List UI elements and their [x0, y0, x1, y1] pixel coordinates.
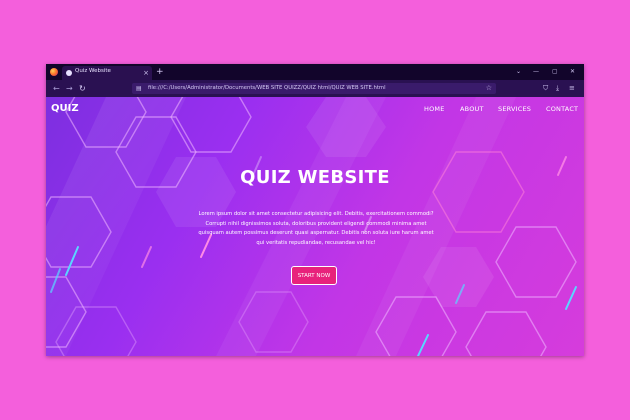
forward-arrow-icon[interactable]: →	[66, 82, 73, 95]
download-icon[interactable]: ⤓	[556, 83, 559, 94]
browser-logo-icon	[50, 68, 58, 76]
globe-icon	[66, 70, 72, 76]
tab-list-icon[interactable]: ⌄	[516, 66, 521, 78]
site-logo[interactable]: QUIZ	[51, 103, 79, 114]
shield-icon[interactable]: ⛉	[543, 83, 548, 94]
web-page: QUIZ HOME ABOUT SERVICES CONTACT QUIZ WE…	[46, 97, 584, 356]
minimize-button[interactable]: —	[533, 66, 539, 78]
bookmark-star-icon[interactable]: ☆	[486, 83, 492, 94]
hero-title: QUIZ WEBSITE	[240, 167, 390, 188]
nav-services[interactable]: SERVICES	[498, 105, 531, 113]
nav-contact[interactable]: CONTACT	[546, 105, 578, 113]
start-now-button[interactable]: START NOW	[291, 266, 337, 285]
url-text[interactable]: file:///C:/Users/Administrator/Documents…	[148, 84, 386, 93]
browser-toolbar: ← → ↻ ▤ file:///C:/Users/Administrator/D…	[46, 80, 584, 97]
tab-quiz-website[interactable]: Quiz Website ×	[62, 66, 152, 80]
back-arrow-icon[interactable]: ←	[53, 82, 60, 95]
maximize-button[interactable]: ▢	[552, 66, 558, 78]
file-icon: ▤	[136, 85, 142, 92]
new-tab-button[interactable]: +	[156, 65, 164, 79]
nav-about[interactable]: ABOUT	[460, 105, 484, 113]
nav-home[interactable]: HOME	[424, 105, 445, 113]
tab-title: Quiz Website	[75, 68, 111, 74]
tab-strip: Quiz Website × + ⌄ — ▢ ✕	[46, 64, 584, 80]
close-tab-icon[interactable]: ×	[143, 67, 149, 79]
address-bar[interactable]: ▤ file:///C:/Users/Administrator/Documen…	[132, 83, 496, 94]
menu-icon[interactable]: ≡	[569, 83, 575, 94]
close-window-button[interactable]: ✕	[570, 66, 575, 78]
browser-window: Quiz Website × + ⌄ — ▢ ✕ ← → ↻ ▤ file://…	[46, 64, 584, 356]
reload-icon[interactable]: ↻	[79, 82, 86, 95]
hero-description: Lorem ipsum dolor sit amet consectetur a…	[198, 211, 434, 247]
